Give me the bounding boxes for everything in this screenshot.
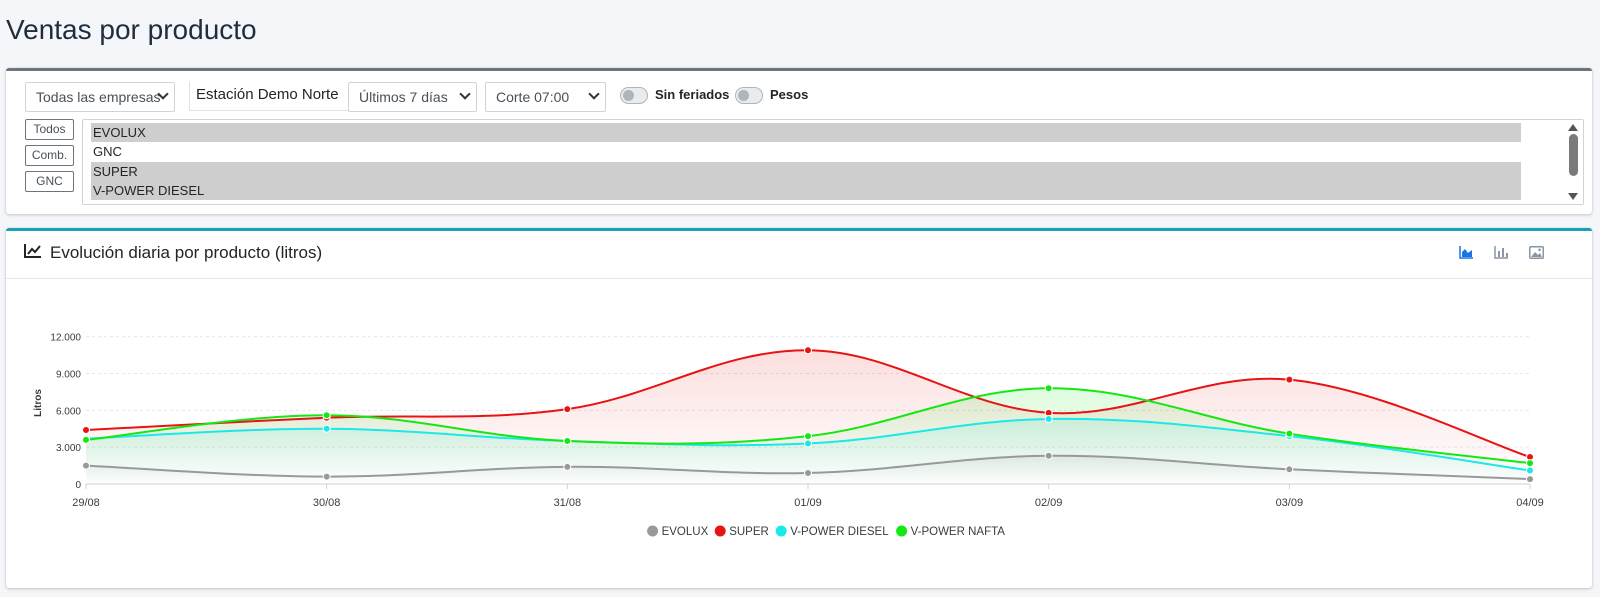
x-tick-label: 03/09 — [1276, 497, 1304, 509]
legend-label[interactable]: EVOLUX — [662, 526, 709, 538]
legend-label[interactable]: V-POWER NAFTA — [911, 526, 1006, 538]
data-point[interactable] — [1044, 414, 1053, 423]
data-point[interactable] — [1285, 465, 1294, 474]
gnc-button[interactable]: GNC — [25, 171, 74, 192]
image-icon[interactable] — [1529, 246, 1544, 259]
scrollbar-thumb[interactable] — [1569, 134, 1578, 176]
data-point[interactable] — [804, 468, 812, 477]
line-chart-icon — [24, 244, 41, 258]
legend-marker[interactable] — [714, 525, 726, 537]
company-select[interactable]: Todas las empresas — [25, 82, 175, 112]
data-point[interactable] — [1285, 375, 1294, 384]
chart-card-title: Evolución diaria por producto (litros) — [50, 243, 323, 262]
holidays-toggle[interactable] — [620, 87, 648, 104]
data-point[interactable] — [82, 435, 90, 444]
scroll-up-arrow-icon[interactable] — [1568, 124, 1578, 131]
data-point[interactable] — [1285, 429, 1294, 438]
chart-card-header: Evolución diaria por producto (litros) — [6, 231, 1592, 279]
data-point[interactable] — [1044, 451, 1053, 460]
chart-card: Evolución diaria por producto (litros) 0… — [6, 228, 1592, 588]
list-item[interactable]: EVOLUX — [91, 123, 1521, 142]
chevron-down-icon — [459, 88, 471, 100]
y-axis-label: Litros — [33, 389, 44, 417]
y-tick-label: 6.000 — [56, 406, 81, 417]
page-title: Ventas por producto — [6, 14, 257, 45]
legend-label[interactable]: V-POWER DIESEL — [790, 526, 889, 538]
pesos-toggle[interactable] — [735, 87, 763, 104]
data-point[interactable] — [804, 432, 812, 441]
x-tick-label: 31/08 — [554, 497, 582, 509]
data-point[interactable] — [322, 411, 331, 420]
data-point[interactable] — [563, 437, 572, 446]
all-products-button[interactable]: Todos — [25, 119, 74, 140]
data-point[interactable] — [1526, 466, 1534, 475]
period-select-value: Últimos 7 días — [359, 89, 448, 105]
y-tick-label: 12.000 — [50, 333, 81, 344]
holidays-toggle-label: Sin feriados — [655, 87, 730, 102]
data-point[interactable] — [804, 346, 812, 355]
data-point[interactable] — [804, 439, 812, 448]
x-tick-label: 30/08 — [313, 497, 341, 509]
data-point[interactable] — [1526, 459, 1534, 468]
daily-evolution-chart: 0 3.000 6.000 9.000 12.000 29/08 30/08 31/08 01/… — [33, 333, 1544, 538]
legend-marker[interactable] — [647, 525, 659, 537]
list-item[interactable]: SUPER — [91, 162, 1521, 181]
filter-card: Todas las empresas Estación Demo Norte Ú… — [6, 68, 1592, 214]
chevron-down-icon — [588, 88, 600, 100]
legend-marker[interactable] — [775, 525, 787, 537]
pesos-toggle-label: Pesos — [770, 87, 809, 102]
data-point[interactable] — [82, 461, 90, 470]
list-item[interactable]: GNC — [91, 142, 1521, 161]
data-point[interactable] — [322, 424, 331, 433]
data-point[interactable] — [322, 472, 331, 481]
legend-marker[interactable] — [896, 525, 908, 537]
x-tick-label: 02/09 — [1035, 497, 1063, 509]
y-tick-label: 9.000 — [56, 370, 81, 381]
x-tick-label: 29/08 — [72, 497, 100, 509]
x-tick-label: 01/09 — [794, 497, 822, 509]
data-point[interactable] — [1044, 384, 1053, 393]
area-chart-icon[interactable] — [1459, 246, 1474, 259]
data-point[interactable] — [563, 405, 572, 414]
company-select-value: Todas las empresas — [36, 89, 161, 105]
data-point[interactable] — [1526, 475, 1534, 484]
bar-chart-icon[interactable] — [1494, 246, 1509, 259]
x-tick-label: 04/09 — [1516, 497, 1544, 509]
station-name: Estación Demo Norte — [189, 81, 352, 111]
list-item[interactable]: V-POWER DIESEL — [91, 181, 1521, 200]
cutoff-select[interactable]: Corte 07:00 — [485, 82, 606, 112]
y-tick-label: 0 — [75, 480, 81, 491]
data-point[interactable] — [82, 426, 90, 434]
data-point[interactable] — [563, 462, 572, 471]
period-select[interactable]: Últimos 7 días — [348, 82, 477, 112]
product-listbox[interactable]: EVOLUX GNC SUPER V-POWER DIESEL — [82, 119, 1584, 205]
scroll-down-arrow-icon[interactable] — [1568, 193, 1578, 200]
cutoff-select-value: Corte 07:00 — [496, 89, 570, 105]
legend-label[interactable]: SUPER — [729, 526, 769, 538]
y-tick-label: 3.000 — [56, 443, 81, 454]
fuels-button[interactable]: Comb. — [25, 145, 74, 166]
